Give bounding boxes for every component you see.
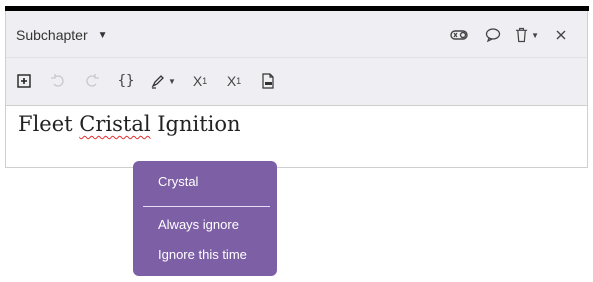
close-icon[interactable] bbox=[549, 25, 573, 45]
toolbar-buttons: {} ▼ X1 X1 bbox=[12, 71, 290, 91]
pdf-icon[interactable] bbox=[256, 71, 280, 91]
subscript-button[interactable]: X1 bbox=[222, 71, 246, 91]
ignore-once-item[interactable]: Ignore this time bbox=[158, 247, 247, 262]
editor-content[interactable]: Fleet Cristal Ignition bbox=[18, 112, 241, 136]
superscript-button[interactable]: X1 bbox=[188, 71, 212, 91]
always-ignore-item[interactable]: Always ignore bbox=[158, 217, 239, 232]
formatting-toolbar: {} ▼ X1 X1 bbox=[6, 58, 587, 106]
editor-word: Fleet bbox=[18, 112, 73, 136]
highlight-pen-icon[interactable]: ▼ bbox=[148, 71, 178, 91]
add-box-icon[interactable] bbox=[12, 71, 36, 91]
suggestion-item[interactable]: Crystal bbox=[158, 174, 198, 189]
section-type-dropdown[interactable]: Subchapter ▼ bbox=[16, 27, 108, 43]
menu-divider bbox=[143, 206, 270, 207]
comment-icon[interactable] bbox=[481, 25, 505, 45]
misspelled-word[interactable]: Cristal bbox=[79, 112, 150, 136]
editor-panel: Subchapter ▼ ▼ {} ▼ X 1 X 1 bbox=[5, 11, 588, 168]
trash-icon[interactable]: ▼ bbox=[515, 25, 539, 45]
superscript-mark: 1 bbox=[202, 76, 208, 86]
code-braces-icon[interactable]: {} bbox=[114, 71, 138, 91]
caret-down-icon: ▼ bbox=[531, 30, 539, 40]
superscript-base: X bbox=[192, 73, 203, 89]
undo-icon[interactable] bbox=[46, 71, 70, 91]
redo-icon[interactable] bbox=[80, 71, 104, 91]
subscript-base: X bbox=[226, 73, 237, 89]
caret-down-icon: ▼ bbox=[97, 29, 108, 41]
section-type-label: Subchapter bbox=[16, 27, 88, 43]
header-actions: ▼ bbox=[437, 25, 573, 45]
spellcheck-context-menu: Crystal Always ignore Ignore this time bbox=[133, 161, 277, 276]
header-bar: Subchapter ▼ ▼ bbox=[6, 11, 587, 58]
caret-down-icon: ▼ bbox=[168, 76, 176, 86]
toggle-icon[interactable] bbox=[447, 25, 471, 45]
editor-word: Ignition bbox=[157, 112, 241, 136]
subscript-mark: 1 bbox=[236, 76, 242, 86]
